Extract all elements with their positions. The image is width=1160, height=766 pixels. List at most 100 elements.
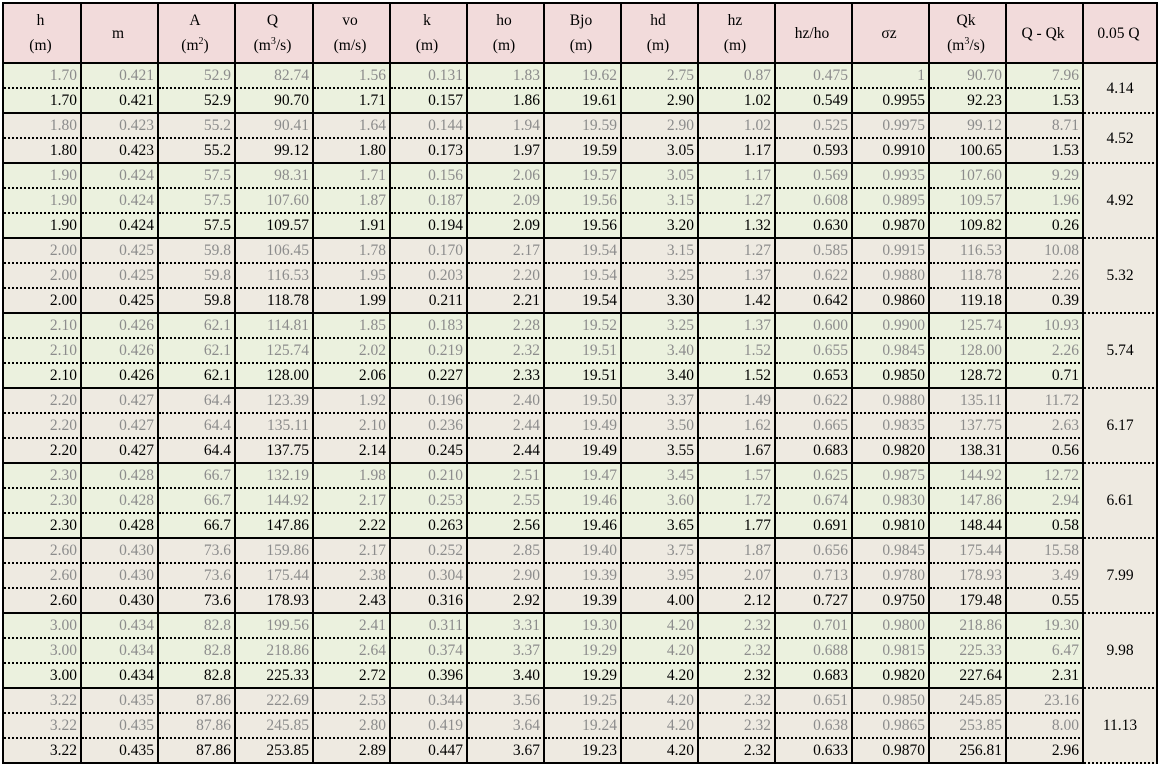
cell-q: 132.19 (236, 464, 314, 489)
cell-m: 0.430 (82, 539, 159, 564)
cell-hz: 1.17 (699, 139, 776, 164)
header-label: hz/ho (794, 24, 830, 42)
cell-k: 0.344 (391, 689, 468, 714)
cell-hz: 1.27 (699, 239, 776, 264)
cell-hz: 1.17 (699, 164, 776, 189)
cell-q-minus-qk: 3.49 (1007, 564, 1084, 589)
cell-bjo: 19.54 (545, 289, 622, 314)
header-label: Q (266, 12, 279, 29)
cell-m: 0.421 (82, 89, 159, 114)
cell-q-minus-qk: 1.53 (1007, 139, 1084, 164)
header-label: 0.05 Q (1097, 24, 1140, 42)
cell-bjo: 19.29 (545, 639, 622, 664)
cell-q-minus-qk: 7.96 (1007, 64, 1084, 89)
cell-m: 0.426 (82, 339, 159, 364)
cell-a: 64.4 (159, 439, 236, 464)
cell-a: 52.9 (159, 64, 236, 89)
cell-sigma-z: 0.9915 (853, 239, 930, 264)
cell-h: 2.00 (4, 239, 82, 264)
cell-m: 0.435 (82, 739, 159, 764)
cell-sigma-z: 0.9850 (853, 364, 930, 389)
cell-vo: 2.06 (314, 364, 391, 389)
cell-qk: 218.86 (930, 614, 1007, 639)
header-unit: (m) (415, 37, 439, 54)
table-row: 1.90 0.424 57.5 107.60 1.87 0.187 2.09 19.56 3.1… (4, 189, 1158, 214)
table-row: 2.20 0.427 64.4 137.75 2.14 0.245 2.44 19.49 3.5… (4, 439, 1158, 464)
cell-hz: 1.87 (699, 539, 776, 564)
cell-vo: 1.56 (314, 64, 391, 89)
cell-m: 0.434 (82, 664, 159, 689)
cell-hz: 1.49 (699, 389, 776, 414)
cell-q: 218.86 (236, 639, 314, 664)
cell-m: 0.434 (82, 639, 159, 664)
cell-hz: 1.52 (699, 364, 776, 389)
cell-k: 0.183 (391, 314, 468, 339)
cell-hd: 3.20 (622, 214, 699, 239)
cell-h: 2.60 (4, 589, 82, 614)
header-label: k (423, 12, 431, 29)
cell-hz: 2.32 (699, 739, 776, 764)
header-label: vo (342, 12, 358, 29)
cell-bjo: 19.29 (545, 664, 622, 689)
cell-q-minus-qk: 11.72 (1007, 389, 1084, 414)
cell-vo: 2.22 (314, 514, 391, 539)
cell-hd: 3.30 (622, 289, 699, 314)
cell-h: 2.10 (4, 364, 82, 389)
cell-m: 0.428 (82, 489, 159, 514)
table-row: 2.30 0.428 66.7 144.92 2.17 0.253 2.55 19.46 3.6… (4, 489, 1158, 514)
cell-a: 87.86 (159, 689, 236, 714)
cell-sigma-z: 0.9865 (853, 714, 930, 739)
header-label: ho (496, 12, 512, 29)
tolerance-cell: 9.98 (1084, 614, 1158, 689)
cell-sigma-z: 0.9850 (853, 689, 930, 714)
cell-hd: 4.20 (622, 714, 699, 739)
cell-vo: 1.85 (314, 314, 391, 339)
cell-k: 0.236 (391, 414, 468, 439)
cell-k: 0.210 (391, 464, 468, 489)
cell-m: 0.421 (82, 64, 159, 89)
cell-sigma-z: 0.9935 (853, 164, 930, 189)
header-hz: hz (m) (699, 4, 776, 64)
cell-hz: 0.87 (699, 64, 776, 89)
cell-ho: 2.85 (468, 539, 545, 564)
header-label: hz (727, 12, 743, 29)
cell-vo: 2.14 (314, 439, 391, 464)
header-hz-over-ho: hz/ho (776, 4, 853, 64)
cell-hz: 2.32 (699, 639, 776, 664)
cell-bjo: 19.46 (545, 514, 622, 539)
cell-sigma-z: 1 (853, 64, 930, 89)
cell-q-minus-qk: 0.56 (1007, 439, 1084, 464)
cell-q-minus-qk: 0.26 (1007, 214, 1084, 239)
cell-hd: 3.37 (622, 389, 699, 414)
cell-a: 59.8 (159, 264, 236, 289)
cell-hd: 4.20 (622, 614, 699, 639)
cell-ho: 2.09 (468, 214, 545, 239)
cell-a: 73.6 (159, 589, 236, 614)
cell-ho: 2.33 (468, 364, 545, 389)
tolerance-cell: 5.74 (1084, 314, 1158, 389)
cell-a: 59.8 (159, 239, 236, 264)
cell-h: 2.60 (4, 539, 82, 564)
cell-hz: 1.67 (699, 439, 776, 464)
cell-hz: 1.77 (699, 514, 776, 539)
cell-q-minus-qk: 2.63 (1007, 414, 1084, 439)
table-row: 1.70 0.421 52.9 82.74 1.56 0.131 1.83 19.62 2.75… (4, 64, 1158, 114)
cell-hz-over-ho: 0.674 (776, 489, 853, 514)
cell-qk: 245.85 (930, 689, 1007, 714)
cell-q: 114.81 (236, 314, 314, 339)
cell-vo: 1.71 (314, 164, 391, 189)
header-m: m (82, 4, 159, 64)
cell-vo: 1.78 (314, 239, 391, 264)
cell-hz-over-ho: 0.665 (776, 414, 853, 439)
cell-hz-over-ho: 0.727 (776, 589, 853, 614)
cell-h: 2.30 (4, 464, 82, 489)
cell-qk: 92.23 (930, 89, 1007, 114)
cell-vo: 1.87 (314, 189, 391, 214)
table-row: 2.00 0.425 59.8 116.53 1.95 0.203 2.20 19.54 3.2… (4, 264, 1158, 289)
cell-m: 0.427 (82, 389, 159, 414)
cell-a: 62.1 (159, 364, 236, 389)
cell-q: 144.92 (236, 489, 314, 514)
cell-k: 0.187 (391, 189, 468, 214)
cell-hd: 3.75 (622, 539, 699, 564)
cell-hd: 3.65 (622, 514, 699, 539)
